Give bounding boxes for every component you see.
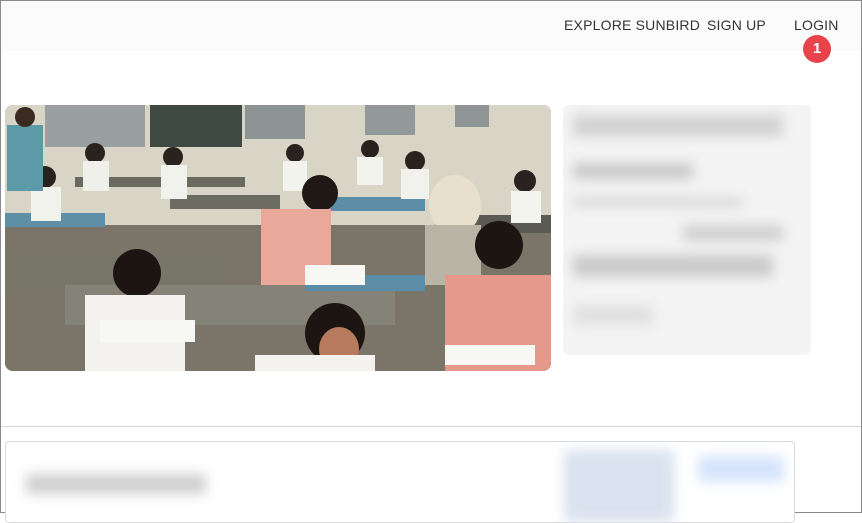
login-link[interactable]: LOGIN	[794, 17, 839, 33]
sign-up-link[interactable]: SIGN UP	[707, 17, 766, 33]
browser-frame: EXPLORE SUNBIRD SIGN UP LOGIN 1	[0, 0, 862, 523]
blurred-content-panel	[563, 105, 811, 355]
hero-classroom-image	[5, 105, 551, 371]
content-card[interactable]	[5, 441, 795, 523]
annotation-marker: 1	[803, 35, 831, 63]
explore-sunbird-link[interactable]: EXPLORE SUNBIRD	[564, 17, 700, 33]
section-divider	[1, 426, 861, 427]
